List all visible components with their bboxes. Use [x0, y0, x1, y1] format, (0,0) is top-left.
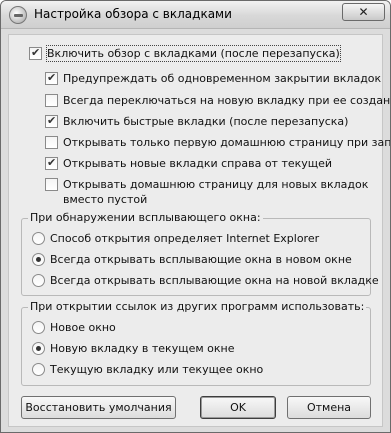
radio-label: Способ открытия определяет Internet Expl… — [50, 232, 320, 245]
internet-options-icon — [9, 6, 27, 24]
radio-circle[interactable] — [32, 253, 45, 266]
tabbed-browsing-settings-dialog: Настройка обзора с вкладками ✕ Включить … — [0, 0, 391, 433]
links-new-tab-radio[interactable]: Новую вкладку в текущем окне — [32, 341, 234, 356]
cancel-button[interactable]: Отмена — [287, 396, 371, 419]
checkbox-box[interactable] — [45, 114, 58, 128]
radio-label: Новую вкладку в текущем окне — [50, 342, 235, 355]
title-bar[interactable]: Настройка обзора с вкладками ✕ — [1, 1, 390, 29]
checkbox-label: Включить обзор с вкладками (после переза… — [46, 45, 341, 62]
checkbox-box[interactable] — [45, 136, 58, 149]
checkbox-label: Предупреждать об одновременном закрытии … — [63, 72, 382, 85]
checkbox-label: Открывать домашнюю страницу для новых вк… — [63, 177, 368, 207]
checkbox-label: Всегда переключаться на новую вкладку пр… — [63, 94, 391, 107]
checkbox-box[interactable] — [45, 156, 58, 170]
quick-tabs-checkbox[interactable]: Включить быстрые вкладки (после перезапу… — [45, 114, 348, 129]
popup-let-ie-decide-radio[interactable]: Способ открытия определяет Internet Expl… — [32, 231, 319, 246]
enable-tabbed-browsing-checkbox[interactable]: Включить обзор с вкладками (после переза… — [29, 45, 341, 62]
external-links-group-title: При открытии ссылок из других программ и… — [28, 300, 367, 313]
links-current-tab-radio[interactable]: Текущую вкладку или текущее окно — [32, 362, 263, 377]
radio-circle[interactable] — [32, 342, 45, 355]
radio-circle[interactable] — [32, 363, 45, 376]
radio-label: Текущую вкладку или текущее окно — [50, 363, 264, 376]
popup-new-window-radio[interactable]: Всегда открывать всплывающие окна в ново… — [32, 252, 352, 267]
radio-circle[interactable] — [32, 232, 45, 245]
radio-circle[interactable] — [32, 321, 45, 334]
checkbox-label-line2: вместо пустой — [63, 193, 148, 206]
first-home-page-only-checkbox[interactable]: Открывать только первую домашнюю страниц… — [45, 135, 391, 150]
checkbox-box[interactable] — [45, 71, 58, 85]
checkbox-label: Открывать только первую домашнюю страниц… — [63, 136, 391, 149]
open-tabs-next-to-current-checkbox[interactable]: Открывать новые вкладки справа от текуще… — [45, 156, 332, 171]
checkbox-label: Открывать новые вкладки справа от текуще… — [63, 157, 333, 170]
dialog-content: Включить обзор с вкладками (после переза… — [8, 34, 390, 427]
restore-defaults-button[interactable]: Восстановить умолчания — [21, 396, 176, 419]
radio-label: Всегда открывать всплывающие окна на нов… — [50, 274, 379, 287]
open-home-page-for-new-tabs-checkbox[interactable]: Открывать домашнюю страницу для новых вк… — [45, 177, 368, 207]
switch-to-new-tab-checkbox[interactable]: Всегда переключаться на новую вкладку пр… — [45, 93, 391, 108]
checkbox-box[interactable] — [45, 94, 58, 107]
radio-circle[interactable] — [32, 274, 45, 287]
warn-close-tabs-checkbox[interactable]: Предупреждать об одновременном закрытии … — [45, 71, 381, 86]
popup-group-title: При обнаружении всплывающего окна: — [28, 211, 263, 224]
close-button[interactable]: ✕ — [342, 3, 385, 21]
radio-label: Новое окно — [50, 321, 116, 334]
window-title: Настройка обзора с вкладками — [34, 7, 232, 21]
checkbox-label: Включить быстрые вкладки (после перезапу… — [63, 115, 349, 128]
radio-label: Всегда открывать всплывающие окна в ново… — [50, 253, 352, 266]
ok-button[interactable]: OK — [200, 396, 276, 419]
popup-new-tab-radio[interactable]: Всегда открывать всплывающие окна на нов… — [32, 273, 379, 288]
checkbox-box[interactable] — [29, 46, 42, 60]
links-new-window-radio[interactable]: Новое окно — [32, 320, 116, 335]
checkbox-box[interactable] — [45, 178, 58, 191]
close-icon: ✕ — [358, 5, 369, 19]
checkbox-label-line1: Открывать домашнюю страницу для новых вк… — [63, 178, 369, 191]
